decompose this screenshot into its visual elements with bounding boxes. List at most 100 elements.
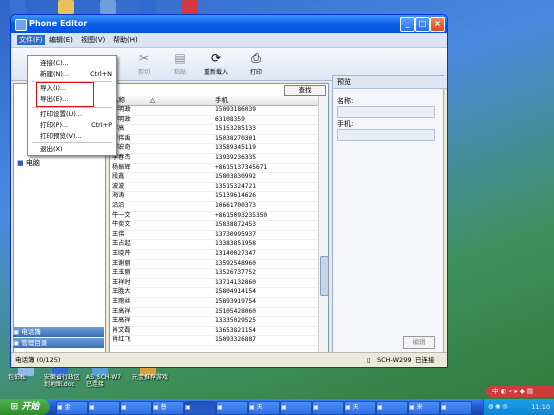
- cut-button[interactable]: ✂ 剪切: [129, 50, 159, 76]
- table-row[interactable]: 杨振辉 +8615137345671: [110, 164, 318, 174]
- menu-item-print[interactable]: 打印(P)... Ctrl+P: [40, 120, 112, 130]
- tray-icons[interactable]: ◍ ◉ ◎: [488, 399, 508, 415]
- taskbar-button[interactable]: ▣: [376, 401, 408, 415]
- table-row[interactable]: 王高祥 13335029525: [110, 317, 318, 327]
- desktop-icon[interactable]: [10, 0, 26, 14]
- table-row[interactable]: 李伟禹 15038270301: [110, 135, 318, 145]
- start-button[interactable]: ⊞ 开始: [0, 399, 50, 415]
- menu-help[interactable]: 帮助(H): [113, 35, 138, 45]
- table-row[interactable]: 肖红飞 15093326887: [110, 336, 318, 346]
- table-row[interactable]: 王伟 13730995937: [110, 231, 318, 241]
- taskbar-button[interactable]: ▣: [312, 401, 344, 415]
- menu-item-print-preview[interactable]: 打印预览(V)...: [40, 131, 112, 141]
- table-row[interactable]: 牛一文 +8615093235350: [110, 212, 318, 222]
- taskbar-button[interactable]: ▣ 普: [152, 401, 184, 415]
- table-row[interactable]: 王胜大 15804914154: [110, 288, 318, 298]
- taskbar-button[interactable]: ▣: [184, 401, 216, 415]
- language-bar[interactable]: 中 ◐ ∘ ▸ ◆ ▤: [486, 386, 554, 397]
- print-button[interactable]: ⎙ 打印: [241, 50, 271, 76]
- contact-mobile: 13140027347: [215, 250, 256, 257]
- close-button[interactable]: ×: [430, 17, 445, 32]
- clock[interactable]: 11:10: [531, 399, 550, 415]
- table-row[interactable]: 李高 15153285133: [110, 125, 318, 135]
- contact-mobile: 13592548960: [215, 259, 256, 267]
- contact-name: 王占起: [112, 240, 131, 248]
- folder-icon[interactable]: [58, 0, 74, 14]
- menu-item-connect[interactable]: 连接(C)...: [40, 58, 112, 68]
- taskbar-button[interactable]: ▣ 天: [344, 401, 376, 415]
- device-icon: ▯: [367, 356, 371, 364]
- name-field[interactable]: [337, 106, 435, 118]
- menu-file[interactable]: 文件(F): [17, 35, 45, 45]
- table-row[interactable]: 王谢丽 13592548960: [110, 260, 318, 270]
- table-row[interactable]: 王玉丽 13526737752: [110, 269, 318, 279]
- taskbar-button[interactable]: ▣ 来: [408, 401, 440, 415]
- minimize-button[interactable]: _: [400, 17, 415, 32]
- table-row[interactable]: 王占起 13383851958: [110, 240, 318, 250]
- taskbar-button[interactable]: ▣ 天: [248, 401, 280, 415]
- phone-editor-window: Phone Editor _ □ × 文件(F) 编辑(E) 视图(V) 帮助(…: [10, 14, 448, 368]
- task-label: 天: [256, 404, 263, 411]
- contact-mobile: 10661700373: [215, 202, 256, 209]
- menu-edit[interactable]: 编辑(E): [49, 35, 73, 45]
- phonebook-label: 电话簿: [21, 328, 41, 336]
- table-row[interactable]: 波波 13515324721: [110, 183, 318, 193]
- menu-item-exit[interactable]: 退出(X): [40, 144, 112, 154]
- table-row[interactable]: 王雨丝 15893919754: [110, 298, 318, 308]
- mobile-label: 手机:: [337, 120, 354, 128]
- table-row[interactable]: 沿沿 10661700373: [110, 202, 318, 212]
- reload-button[interactable]: ⟳ 重新载入: [201, 50, 231, 76]
- word-icon[interactable]: [140, 0, 156, 14]
- taskbar-button[interactable]: ▣: [216, 401, 248, 415]
- table-row[interactable]: 王晓芹 13140027347: [110, 250, 318, 260]
- contact-name: 王晓芹: [112, 250, 131, 257]
- taskbar-button[interactable]: ▣: [280, 401, 312, 415]
- table-row[interactable]: 李宏奇 13589345119: [110, 144, 318, 154]
- edit-button[interactable]: 编辑: [403, 336, 435, 349]
- table-row[interactable]: 李春杰 13939236335: [110, 154, 318, 164]
- menu-item-label: 打印设置(U)...: [40, 110, 83, 118]
- menu-bar: 文件(F) 编辑(E) 视图(V) 帮助(H): [11, 33, 447, 48]
- mobile-field[interactable]: [337, 129, 435, 141]
- menu-separator: [32, 107, 112, 108]
- contact-name: 肖红飞: [112, 336, 131, 344]
- phonebook-button[interactable]: ▣ 电话簿: [13, 327, 104, 337]
- scissors-icon: ✂: [138, 51, 150, 65]
- menu-view[interactable]: 视图(V): [81, 35, 105, 45]
- contact-list[interactable]: 查找 名称 △ 手机 李明政 15093186039 李明政 63108359 李高 15…: [109, 83, 329, 353]
- table-row[interactable]: 李明政 63108359: [110, 116, 318, 126]
- table-row[interactable]: 段鑫 15803830992: [110, 173, 318, 183]
- maximize-button[interactable]: □: [415, 17, 430, 32]
- table-row[interactable]: 王祥时 13714132860: [110, 279, 318, 289]
- contact-name: 王谢丽: [112, 259, 131, 267]
- taskbar: ⊞ 开始 ▣ 金 ▣ ▣ ▣ 普 ▣ ▣ ▣ 天 ▣ ▣ ▣ 天 ▣ ▣ 来 ▣ ◍ ◉ …: [0, 399, 554, 415]
- table-row[interactable]: 牛奕文 15838872453: [110, 221, 318, 231]
- paste-button[interactable]: ▤ 粘贴: [165, 50, 195, 76]
- contact-mobile: 13653821154: [215, 326, 256, 334]
- search-button[interactable]: 查找: [284, 85, 326, 96]
- task-app-icon: ▣: [409, 404, 417, 411]
- taskbar-button[interactable]: ▣: [440, 401, 472, 415]
- menu-item-shortcut: Ctrl+N: [90, 70, 112, 78]
- contact-mobile: 15804914154: [215, 288, 256, 296]
- table-row[interactable]: 海涛 15139614626: [110, 192, 318, 202]
- column-header-mobile[interactable]: 手机: [215, 96, 228, 105]
- computer-icon[interactable]: [100, 0, 116, 14]
- title-bar[interactable]: Phone Editor _ □ ×: [11, 15, 447, 33]
- tree-item-computer[interactable]: ■ 电脑: [17, 158, 40, 168]
- table-row[interactable]: 王高祥 15105428060: [110, 308, 318, 318]
- contact-name: 牛一文: [112, 211, 131, 219]
- vertical-scrollbar[interactable]: [318, 96, 328, 352]
- taskbar-button[interactable]: ▣: [120, 401, 152, 415]
- menu-item-new[interactable]: 新建(N)... Ctrl+N: [40, 69, 112, 79]
- table-row[interactable]: 肖文磊 13653821154: [110, 327, 318, 337]
- manage-directory-button[interactable]: ▣ 管理目录: [13, 338, 104, 348]
- taskbar-button[interactable]: ▣: [88, 401, 120, 415]
- tree-item-label: 电脑: [25, 159, 40, 167]
- scrollbar-thumb[interactable]: [320, 256, 328, 296]
- table-row[interactable]: 李明政 15093186039: [110, 106, 318, 116]
- menu-item-label: 打印(P)...: [40, 121, 69, 129]
- app-icon[interactable]: [182, 0, 198, 14]
- menu-item-print-setup[interactable]: 打印设置(U)...: [40, 109, 112, 119]
- taskbar-button[interactable]: ▣ 金: [56, 401, 88, 415]
